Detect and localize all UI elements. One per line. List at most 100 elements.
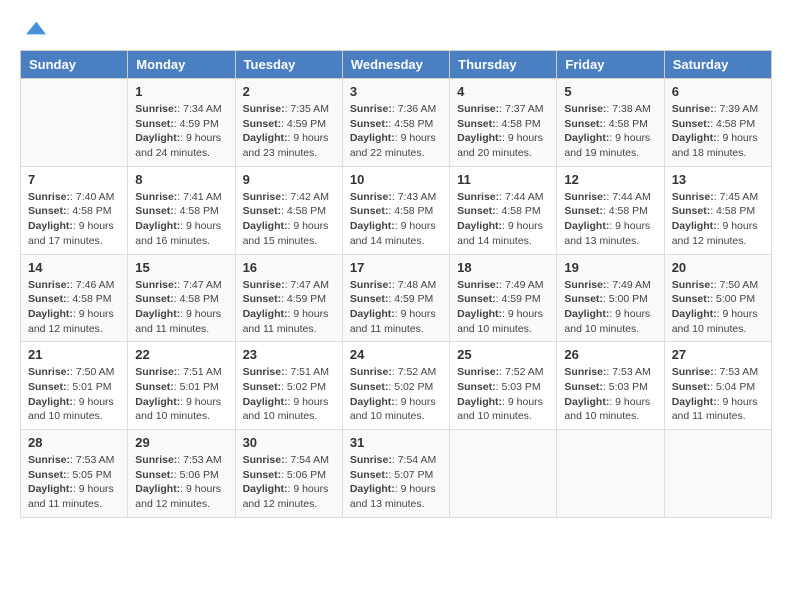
- cell-info-line: Sunset:: 4:58 PM: [564, 205, 647, 217]
- day-number: 7: [28, 172, 120, 187]
- cell-info: Sunrise:: 7:54 AMSunset:: 5:07 PMDayligh…: [350, 453, 442, 512]
- day-number: 10: [350, 172, 442, 187]
- calendar-week-row: 21Sunrise:: 7:50 AMSunset:: 5:01 PMDayli…: [21, 342, 772, 430]
- calendar-cell: 2Sunrise:: 7:35 AMSunset:: 4:59 PMDaylig…: [235, 79, 342, 167]
- cell-info-line: Daylight:: 9 hours and 14 minutes.: [350, 220, 436, 247]
- day-number: 27: [672, 347, 764, 362]
- cell-info-line: Daylight:: 9 hours and 10 minutes.: [243, 396, 329, 423]
- cell-info: Sunrise:: 7:44 AMSunset:: 4:58 PMDayligh…: [457, 190, 549, 249]
- cell-info: Sunrise:: 7:47 AMSunset:: 4:58 PMDayligh…: [135, 278, 227, 337]
- cell-info: Sunrise:: 7:36 AMSunset:: 4:58 PMDayligh…: [350, 102, 442, 161]
- cell-info-line: Sunset:: 4:59 PM: [350, 293, 433, 305]
- cell-info-line: Sunset:: 4:58 PM: [350, 118, 433, 130]
- cell-info: Sunrise:: 7:50 AMSunset:: 5:01 PMDayligh…: [28, 365, 120, 424]
- page-header: [20, 16, 772, 40]
- cell-info: Sunrise:: 7:39 AMSunset:: 4:58 PMDayligh…: [672, 102, 764, 161]
- cell-info-line: Daylight:: 9 hours and 11 minutes.: [672, 396, 758, 423]
- day-number: 28: [28, 435, 120, 450]
- calendar-week-row: 1Sunrise:: 7:34 AMSunset:: 4:59 PMDaylig…: [21, 79, 772, 167]
- calendar-cell: 24Sunrise:: 7:52 AMSunset:: 5:02 PMDayli…: [342, 342, 449, 430]
- cell-info-line: Sunset:: 5:01 PM: [28, 381, 111, 393]
- cell-info: Sunrise:: 7:52 AMSunset:: 5:02 PMDayligh…: [350, 365, 442, 424]
- day-number: 21: [28, 347, 120, 362]
- cell-info-line: Sunrise:: 7:54 AM: [350, 454, 436, 466]
- calendar-cell: 26Sunrise:: 7:53 AMSunset:: 5:03 PMDayli…: [557, 342, 664, 430]
- day-number: 30: [243, 435, 335, 450]
- cell-info-line: Daylight:: 9 hours and 10 minutes.: [457, 308, 543, 335]
- header-sunday: Sunday: [21, 51, 128, 79]
- calendar-cell: 23Sunrise:: 7:51 AMSunset:: 5:02 PMDayli…: [235, 342, 342, 430]
- cell-info-line: Sunset:: 5:02 PM: [350, 381, 433, 393]
- calendar-cell: 5Sunrise:: 7:38 AMSunset:: 4:58 PMDaylig…: [557, 79, 664, 167]
- cell-info-line: Sunset:: 5:00 PM: [564, 293, 647, 305]
- cell-info-line: Sunset:: 4:59 PM: [457, 293, 540, 305]
- day-number: 8: [135, 172, 227, 187]
- cell-info-line: Sunset:: 5:03 PM: [564, 381, 647, 393]
- cell-info: Sunrise:: 7:53 AMSunset:: 5:05 PMDayligh…: [28, 453, 120, 512]
- day-number: 15: [135, 260, 227, 275]
- calendar-cell: 15Sunrise:: 7:47 AMSunset:: 4:58 PMDayli…: [128, 254, 235, 342]
- cell-info-line: Sunset:: 5:06 PM: [135, 469, 218, 481]
- cell-info: Sunrise:: 7:37 AMSunset:: 4:58 PMDayligh…: [457, 102, 549, 161]
- cell-info-line: Daylight:: 9 hours and 12 minutes.: [243, 483, 329, 510]
- cell-info-line: Sunrise:: 7:51 AM: [135, 366, 221, 378]
- calendar-cell: 4Sunrise:: 7:37 AMSunset:: 4:58 PMDaylig…: [450, 79, 557, 167]
- cell-info-line: Daylight:: 9 hours and 10 minutes.: [564, 308, 650, 335]
- cell-info-line: Sunset:: 4:58 PM: [672, 118, 755, 130]
- cell-info-line: Sunset:: 4:58 PM: [28, 293, 111, 305]
- calendar-cell: 10Sunrise:: 7:43 AMSunset:: 4:58 PMDayli…: [342, 166, 449, 254]
- calendar-cell: 13Sunrise:: 7:45 AMSunset:: 4:58 PMDayli…: [664, 166, 771, 254]
- cell-info-line: Sunrise:: 7:53 AM: [28, 454, 114, 466]
- cell-info-line: Daylight:: 9 hours and 13 minutes.: [564, 220, 650, 247]
- cell-info-line: Daylight:: 9 hours and 11 minutes.: [28, 483, 114, 510]
- cell-info: Sunrise:: 7:51 AMSunset:: 5:02 PMDayligh…: [243, 365, 335, 424]
- cell-info: Sunrise:: 7:53 AMSunset:: 5:03 PMDayligh…: [564, 365, 656, 424]
- calendar-cell: [664, 430, 771, 518]
- cell-info-line: Sunrise:: 7:45 AM: [672, 191, 758, 203]
- calendar-cell: 16Sunrise:: 7:47 AMSunset:: 4:59 PMDayli…: [235, 254, 342, 342]
- cell-info-line: Sunset:: 4:59 PM: [243, 293, 326, 305]
- cell-info-line: Sunset:: 5:06 PM: [243, 469, 326, 481]
- cell-info-line: Daylight:: 9 hours and 11 minutes.: [350, 308, 436, 335]
- cell-info-line: Sunrise:: 7:42 AM: [243, 191, 329, 203]
- day-number: 11: [457, 172, 549, 187]
- cell-info-line: Daylight:: 9 hours and 10 minutes.: [672, 308, 758, 335]
- day-number: 3: [350, 84, 442, 99]
- cell-info-line: Daylight:: 9 hours and 22 minutes.: [350, 132, 436, 159]
- cell-info-line: Daylight:: 9 hours and 12 minutes.: [135, 483, 221, 510]
- cell-info: Sunrise:: 7:50 AMSunset:: 5:00 PMDayligh…: [672, 278, 764, 337]
- cell-info-line: Daylight:: 9 hours and 10 minutes.: [28, 396, 114, 423]
- cell-info: Sunrise:: 7:49 AMSunset:: 5:00 PMDayligh…: [564, 278, 656, 337]
- calendar-cell: 8Sunrise:: 7:41 AMSunset:: 4:58 PMDaylig…: [128, 166, 235, 254]
- cell-info-line: Sunset:: 4:58 PM: [28, 205, 111, 217]
- day-number: 20: [672, 260, 764, 275]
- cell-info-line: Sunset:: 4:58 PM: [672, 205, 755, 217]
- calendar-week-row: 7Sunrise:: 7:40 AMSunset:: 4:58 PMDaylig…: [21, 166, 772, 254]
- cell-info-line: Daylight:: 9 hours and 10 minutes.: [350, 396, 436, 423]
- day-number: 22: [135, 347, 227, 362]
- cell-info-line: Sunrise:: 7:47 AM: [135, 279, 221, 291]
- calendar-cell: [557, 430, 664, 518]
- cell-info-line: Sunrise:: 7:54 AM: [243, 454, 329, 466]
- calendar-cell: 6Sunrise:: 7:39 AMSunset:: 4:58 PMDaylig…: [664, 79, 771, 167]
- calendar-week-row: 14Sunrise:: 7:46 AMSunset:: 4:58 PMDayli…: [21, 254, 772, 342]
- cell-info-line: Sunrise:: 7:51 AM: [243, 366, 329, 378]
- cell-info-line: Sunrise:: 7:36 AM: [350, 103, 436, 115]
- cell-info-line: Sunrise:: 7:49 AM: [564, 279, 650, 291]
- day-number: 1: [135, 84, 227, 99]
- cell-info: Sunrise:: 7:42 AMSunset:: 4:58 PMDayligh…: [243, 190, 335, 249]
- cell-info-line: Sunset:: 4:58 PM: [135, 293, 218, 305]
- calendar-cell: 7Sunrise:: 7:40 AMSunset:: 4:58 PMDaylig…: [21, 166, 128, 254]
- cell-info-line: Sunrise:: 7:48 AM: [350, 279, 436, 291]
- cell-info-line: Sunset:: 4:59 PM: [243, 118, 326, 130]
- calendar-cell: 1Sunrise:: 7:34 AMSunset:: 4:59 PMDaylig…: [128, 79, 235, 167]
- day-number: 17: [350, 260, 442, 275]
- calendar-cell: 14Sunrise:: 7:46 AMSunset:: 4:58 PMDayli…: [21, 254, 128, 342]
- cell-info: Sunrise:: 7:51 AMSunset:: 5:01 PMDayligh…: [135, 365, 227, 424]
- cell-info-line: Daylight:: 9 hours and 20 minutes.: [457, 132, 543, 159]
- header-friday: Friday: [557, 51, 664, 79]
- cell-info: Sunrise:: 7:35 AMSunset:: 4:59 PMDayligh…: [243, 102, 335, 161]
- cell-info-line: Daylight:: 9 hours and 15 minutes.: [243, 220, 329, 247]
- cell-info-line: Sunrise:: 7:53 AM: [135, 454, 221, 466]
- header-monday: Monday: [128, 51, 235, 79]
